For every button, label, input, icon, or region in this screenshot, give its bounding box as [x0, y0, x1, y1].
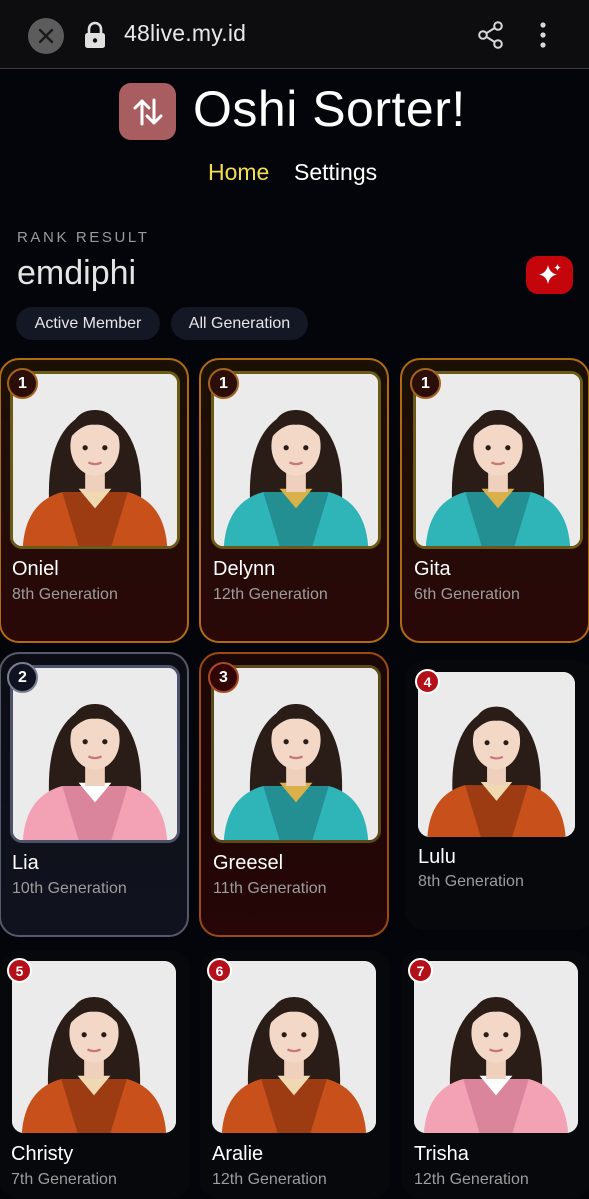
member-generation: 12th Generation	[414, 1171, 529, 1188]
member-name: Oniel	[12, 558, 59, 580]
share-icon[interactable]	[478, 21, 504, 49]
portrait-illustration	[13, 668, 177, 840]
app-logo	[119, 83, 176, 140]
filter-chip-all-generation[interactable]: All Generation	[171, 307, 308, 340]
rank-badge: 7	[408, 958, 433, 983]
url-text[interactable]: 48live.my.id	[124, 20, 246, 47]
nav-settings-link[interactable]: Settings	[294, 159, 377, 186]
member-photo	[10, 665, 180, 843]
member-card[interactable]: 1 Oniel 8th Generation	[0, 358, 189, 643]
rank-badge: 2	[7, 662, 38, 693]
sparkle-button[interactable]	[526, 256, 573, 294]
rank-badge: 1	[208, 368, 239, 399]
user-name: emdiphi	[17, 254, 137, 292]
member-card[interactable]: 4 Lulu 8th Generation	[405, 660, 589, 930]
member-generation: 12th Generation	[213, 586, 328, 603]
portrait-illustration	[418, 672, 575, 837]
member-card[interactable]: 1 Delynn 12th Generation	[199, 358, 389, 643]
member-name: Aralie	[212, 1143, 264, 1165]
browser-toolbar: 48live.my.id	[0, 0, 589, 69]
member-name: Delynn	[213, 558, 276, 580]
portrait-illustration	[416, 374, 580, 546]
member-photo	[418, 672, 575, 837]
member-photo	[12, 961, 176, 1133]
member-photo	[10, 371, 180, 549]
member-photo	[211, 371, 381, 549]
portrait-illustration	[13, 374, 177, 546]
rank-badge: 1	[410, 368, 441, 399]
member-card[interactable]: 7 Trisha 12th Generation	[401, 950, 589, 1199]
member-photo	[211, 665, 381, 843]
member-generation: 8th Generation	[418, 873, 524, 890]
member-name: Lulu	[418, 846, 456, 868]
member-name: Christy	[11, 1143, 74, 1165]
swap-vertical-icon	[133, 98, 162, 125]
member-generation: 7th Generation	[11, 1171, 117, 1188]
member-card[interactable]: 6 Aralie 12th Generation	[200, 950, 390, 1199]
close-tab-button[interactable]	[28, 18, 64, 54]
close-icon	[38, 28, 54, 44]
portrait-illustration	[414, 961, 578, 1133]
member-card[interactable]: 1 Gita 6th Generation	[400, 358, 589, 643]
member-photo	[413, 371, 583, 549]
member-name: Lia	[12, 852, 39, 874]
rank-badge: 3	[208, 662, 239, 693]
member-photo	[414, 961, 578, 1133]
portrait-illustration	[214, 374, 378, 546]
portrait-illustration	[12, 961, 176, 1133]
portrait-illustration	[212, 961, 376, 1133]
member-generation: 8th Generation	[12, 586, 118, 603]
nav-home-link[interactable]: Home	[208, 159, 269, 186]
member-card[interactable]: 2 Lia 10th Generation	[0, 652, 189, 937]
member-generation: 6th Generation	[414, 586, 520, 603]
member-name: Greesel	[213, 852, 284, 874]
member-name: Gita	[414, 558, 451, 580]
rank-result-label: RANK RESULT	[17, 229, 150, 246]
sparkle-icon	[538, 264, 561, 284]
member-card[interactable]: 5 Christy 7th Generation	[0, 950, 190, 1199]
rank-badge: 5	[7, 958, 32, 983]
member-card[interactable]: 3 Greesel 11th Generation	[199, 652, 389, 937]
member-photo	[212, 961, 376, 1133]
member-generation: 11th Generation	[213, 880, 327, 897]
member-name: Trisha	[414, 1143, 469, 1165]
rank-badge: 4	[415, 669, 440, 694]
member-generation: 12th Generation	[212, 1171, 327, 1188]
rank-badge: 1	[7, 368, 38, 399]
app-title: Oshi Sorter!	[193, 81, 466, 137]
more-vert-icon[interactable]	[532, 20, 554, 50]
member-generation: 10th Generation	[12, 880, 127, 897]
portrait-illustration	[214, 668, 378, 840]
filter-chip-active-member[interactable]: Active Member	[16, 307, 160, 340]
rank-badge: 6	[207, 958, 232, 983]
lock-icon[interactable]	[84, 21, 106, 49]
